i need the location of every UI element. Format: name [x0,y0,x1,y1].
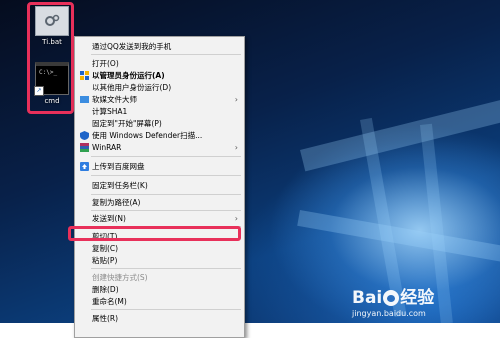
menu-item-copy-as-path[interactable]: 复制为路径(A) [75,196,244,208]
menu-item-baidu-upload[interactable]: 上传到百度网盘 [75,160,244,172]
menu-item-pin-to-start[interactable]: 固定到"开始"屏幕(P) [75,117,244,129]
watermark-logo: Bai 经验 [352,288,435,308]
menu-separator [91,175,241,176]
icons-highlight-box [27,2,74,114]
chevron-right-icon: › [234,143,238,152]
cut-highlight-box [68,226,241,241]
context-menu: 通过QQ发送到我的手机 打开(O) 以管理员身份运行(A) 以其他用户身份运行(… [74,36,245,338]
menu-item-sha1[interactable]: 计算SHA1 [75,105,244,117]
menu-item-open[interactable]: 打开(O) [75,57,244,69]
chevron-right-icon: › [234,95,238,104]
menu-item-delete[interactable]: 删除(D) [75,283,244,295]
menu-separator [91,194,241,195]
baidu-paw-icon [383,290,400,306]
menu-item-properties[interactable]: 属性(R) [75,312,244,324]
watermark-url: jingyan.baidu.com [352,309,426,318]
menu-item-winrar[interactable]: WinRAR › [75,141,244,153]
menu-item-file-master[interactable]: 软媒文件大师 › [75,93,244,105]
menu-item-run-as-other-user[interactable]: 以其他用户身份运行(D) [75,81,244,93]
menu-item-pin-to-taskbar[interactable]: 固定到任务栏(K) [75,179,244,191]
light-beam [297,210,500,264]
cloud-upload-icon [80,162,89,171]
menu-separator [91,156,241,157]
menu-item-create-shortcut[interactable]: 创建快捷方式(S) [75,271,244,283]
menu-separator [91,309,241,310]
menu-separator [91,210,241,211]
chevron-right-icon: › [234,214,238,223]
menu-item-send-to[interactable]: 发送到(N) › [75,212,244,224]
defender-icon [80,131,89,140]
menu-separator [91,268,241,269]
menu-item-send-to-phone[interactable]: 通过QQ发送到我的手机 [75,40,244,52]
menu-item-run-as-admin[interactable]: 以管理员身份运行(A) [75,69,244,81]
menu-item-defender-scan[interactable]: 使用 Windows Defender扫描... [75,129,244,141]
light-beam [300,96,500,172]
winrar-icon [80,143,89,152]
menu-item-copy[interactable]: 复制(C) [75,242,244,254]
menu-item-rename[interactable]: 重命名(M) [75,295,244,307]
baidu-watermark: Bai 经验 jingyan.baidu.com [352,283,434,318]
menu-item-paste[interactable]: 粘贴(P) [75,254,244,266]
menu-separator [91,54,241,55]
shield-icon [80,71,89,80]
file-master-icon [80,95,89,103]
